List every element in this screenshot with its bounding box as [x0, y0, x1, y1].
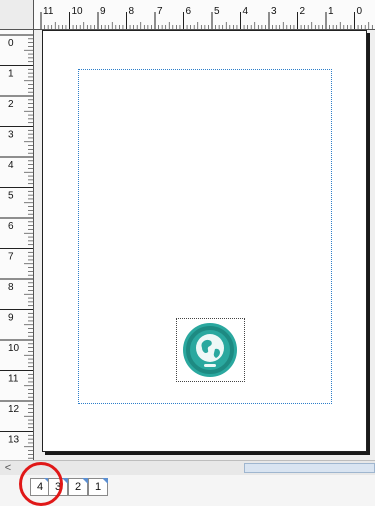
- hruler-label: 4: [243, 6, 249, 17]
- vruler-label: 12: [8, 404, 20, 415]
- vruler-label: 10: [8, 343, 20, 354]
- document-page[interactable]: [42, 30, 367, 452]
- document-canvas[interactable]: [34, 30, 375, 460]
- vruler-label: 5: [8, 191, 14, 202]
- vruler-label: 13: [8, 435, 20, 446]
- globe-icon[interactable]: [177, 319, 244, 381]
- vruler-label: 7: [8, 252, 14, 263]
- hruler-label: 8: [129, 6, 135, 17]
- hruler-label: 5: [214, 6, 220, 17]
- hruler-label: 2: [300, 6, 306, 17]
- vertical-ruler-graphic: 012345678910111213: [0, 34, 33, 459]
- horizontal-ruler: 11 10 9 8 7 6 5 4 3 2 1 0: [34, 0, 375, 30]
- hruler-label: 6: [186, 6, 192, 17]
- scroll-thumb[interactable]: [244, 463, 375, 473]
- vruler-label: 8: [8, 282, 14, 293]
- vertical-ruler: 0 1 2 3 4 5 6 7 8 9 10 11 12 13: [0, 30, 34, 460]
- vruler-label: 6: [8, 221, 14, 232]
- hruler-label: 3: [271, 6, 277, 17]
- hruler-label: 1: [328, 6, 334, 17]
- hruler-label: 7: [157, 6, 163, 17]
- hruler-label: 11: [43, 6, 54, 17]
- vruler-label: 0: [8, 38, 14, 49]
- hruler-label: 9: [100, 6, 106, 17]
- hruler-label: 10: [72, 6, 84, 17]
- hruler-label: 0: [357, 6, 363, 17]
- scroll-left-button[interactable]: <: [2, 462, 14, 474]
- vruler-label: 4: [8, 160, 14, 171]
- ruler-corner: [0, 0, 34, 30]
- vruler-label: 2: [8, 99, 14, 110]
- page-tab-1[interactable]: 1: [88, 478, 108, 496]
- vruler-label: 9: [8, 313, 14, 324]
- horizontal-ruler-graphic: 11 10 9 8 7 6 5 4 3 2 1 0: [40, 6, 373, 29]
- vruler-label: 1: [8, 69, 14, 80]
- page-tab-2[interactable]: 2: [68, 478, 88, 496]
- annotation-circle: [19, 462, 63, 506]
- vruler-label: 11: [8, 374, 19, 385]
- vruler-label: 3: [8, 130, 14, 141]
- image-selection-frame[interactable]: [176, 318, 245, 382]
